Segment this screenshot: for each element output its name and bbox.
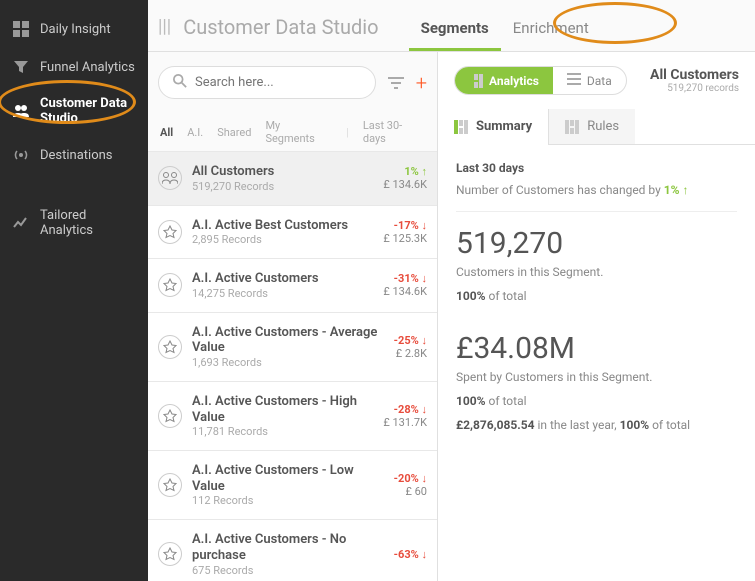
- segment-icon: [158, 273, 182, 297]
- summary-panel: Last 30 days Number of Customers has cha…: [438, 145, 755, 581]
- people-icon: [12, 102, 30, 120]
- page-title: Customer Data Studio: [183, 15, 378, 39]
- tab-summary[interactable]: Summary: [438, 109, 549, 144]
- tab-segments[interactable]: Segments: [409, 5, 501, 51]
- list-icon: [567, 73, 581, 88]
- sidebar-item-funnel-analytics[interactable]: Funnel Analytics: [0, 48, 148, 86]
- data-button[interactable]: Data: [553, 67, 626, 94]
- tab-enrichment[interactable]: Enrichment: [501, 5, 601, 51]
- segment-row[interactable]: All Customers519,270 Records 1% ↑£ 134.6K: [148, 152, 437, 206]
- main-content: ||| Customer Data Studio Segments Enrich…: [148, 0, 755, 581]
- tab-rules[interactable]: Rules: [549, 109, 635, 144]
- sidebar-item-label: Tailored Analytics: [40, 208, 136, 238]
- spent-sub: Spent by Customers in this Segment.: [456, 370, 737, 384]
- sidebar-item-label: Daily Insight: [40, 22, 111, 37]
- segment-icon: [158, 220, 182, 244]
- segment-header: All Customers 519,270 records: [650, 67, 739, 94]
- segment-records: 675 Records: [192, 564, 384, 577]
- grid-icon: [12, 20, 30, 38]
- segment-row[interactable]: A.I. Active Customers - Average Value1,6…: [148, 313, 437, 382]
- sidebar-item-tailored-analytics[interactable]: Tailored Analytics: [0, 198, 148, 248]
- segment-name: A.I. Active Customers - High Value: [192, 394, 373, 425]
- filter-shared[interactable]: Shared: [217, 126, 251, 139]
- segment-records: 11,781 Records: [192, 425, 373, 438]
- sidebar: Daily Insight Funnel Analytics Customer …: [0, 0, 148, 581]
- segment-pct: -17% ↓: [383, 219, 427, 232]
- segment-records: 1,693 Records: [192, 356, 384, 369]
- segment-records: 112 Records: [192, 494, 384, 507]
- segment-name: A.I. Active Customers - No purchase: [192, 532, 384, 563]
- sidebar-item-label: Destinations: [40, 148, 113, 163]
- segment-icon: [158, 473, 182, 497]
- sidebar-item-label: Customer Data Studio: [40, 96, 136, 126]
- segment-icon: [158, 166, 182, 190]
- filter-icon[interactable]: [384, 71, 408, 95]
- broadcast-icon: [12, 146, 30, 164]
- sidebar-item-destinations[interactable]: Destinations: [0, 136, 148, 174]
- segment-row[interactable]: A.I. Active Customers - High Value11,781…: [148, 382, 437, 451]
- segment-pct: -31% ↓: [383, 272, 427, 285]
- segment-pct: -25% ↓: [394, 334, 427, 347]
- customer-count-sub: Customers in this Segment.: [456, 265, 737, 279]
- segment-row[interactable]: A.I. Active Customers14,275 Records -31% …: [148, 259, 437, 313]
- analytics-icon: [469, 74, 483, 88]
- spent-amount: £34.08M: [456, 331, 737, 366]
- filter-all[interactable]: All: [160, 126, 173, 139]
- segment-row[interactable]: A.I. Active Customers - Low Value112 Rec…: [148, 451, 437, 520]
- search-input[interactable]: [195, 75, 361, 90]
- segment-gbp: £ 2.8K: [394, 347, 427, 360]
- analytics-button[interactable]: Analytics: [455, 67, 553, 94]
- search-box[interactable]: [158, 66, 376, 99]
- chart-line-icon: [12, 214, 30, 232]
- menu-icon[interactable]: |||: [158, 16, 171, 37]
- segment-row[interactable]: A.I. Active Best Customers2,895 Records-…: [148, 206, 437, 260]
- segment-records: 14,275 Records: [192, 287, 373, 300]
- customer-count: 519,270: [456, 226, 737, 261]
- segment-gbp: £ 60: [394, 485, 427, 498]
- segment-records: 2,895 Records: [192, 233, 373, 246]
- segment-gbp: £ 125.3K: [383, 232, 427, 245]
- segment-gbp: £ 131.7K: [383, 416, 427, 429]
- segment-pct: -28% ↓: [383, 403, 427, 416]
- view-toggle: Analytics Data: [454, 66, 627, 95]
- add-button[interactable]: +: [416, 71, 427, 95]
- change-text: Number of Customers has changed by 1% ↑: [456, 183, 737, 197]
- filter-last-30-days[interactable]: Last 30-days: [363, 119, 425, 145]
- segments-column: + All A.I. Shared My Segments | Last 30-…: [148, 52, 438, 581]
- funnel-icon: [12, 58, 30, 76]
- segment-name: A.I. Active Customers: [192, 271, 373, 287]
- segment-records: 519,270 Records: [192, 180, 373, 193]
- segment-name: All Customers: [192, 164, 373, 180]
- segment-name: A.I. Active Customers - Average Value: [192, 325, 384, 356]
- filter-row: All A.I. Shared My Segments | Last 30-da…: [148, 113, 437, 151]
- search-icon: [173, 73, 187, 92]
- segment-pct: -20% ↓: [394, 472, 427, 485]
- rules-icon: [565, 120, 579, 134]
- sidebar-item-daily-insight[interactable]: Daily Insight: [0, 10, 148, 48]
- filter-my-segments[interactable]: My Segments: [265, 119, 332, 145]
- segment-pct: -63% ↓: [394, 548, 427, 561]
- segment-icon: [158, 542, 182, 566]
- segment-name: A.I. Active Customers - Low Value: [192, 463, 384, 494]
- topbar: ||| Customer Data Studio Segments Enrich…: [148, 0, 755, 52]
- sidebar-item-label: Funnel Analytics: [40, 60, 135, 75]
- segment-icon: [158, 335, 182, 359]
- last-30-days-label: Last 30 days: [456, 161, 737, 175]
- segment-icon: [158, 404, 182, 428]
- last-year-text: £2,876,085.54 in the last year, 100% of …: [456, 418, 737, 432]
- segment-list[interactable]: All Customers519,270 Records1% ↑£ 134.6K…: [148, 151, 437, 581]
- sidebar-item-customer-data-studio[interactable]: Customer Data Studio: [0, 86, 148, 136]
- segment-gbp: £ 134.6K: [383, 285, 427, 298]
- segment-name: A.I. Active Best Customers: [192, 218, 373, 234]
- segment-gbp: £ 134.6K: [383, 178, 427, 191]
- segment-row[interactable]: A.I. Active Customers - No purchase675 R…: [148, 520, 437, 581]
- detail-column: Analytics Data All Customers 519,270 rec…: [438, 52, 755, 581]
- segment-pct: 1% ↑: [383, 165, 427, 178]
- filter-ai[interactable]: A.I.: [187, 126, 203, 139]
- summary-icon: [454, 120, 468, 134]
